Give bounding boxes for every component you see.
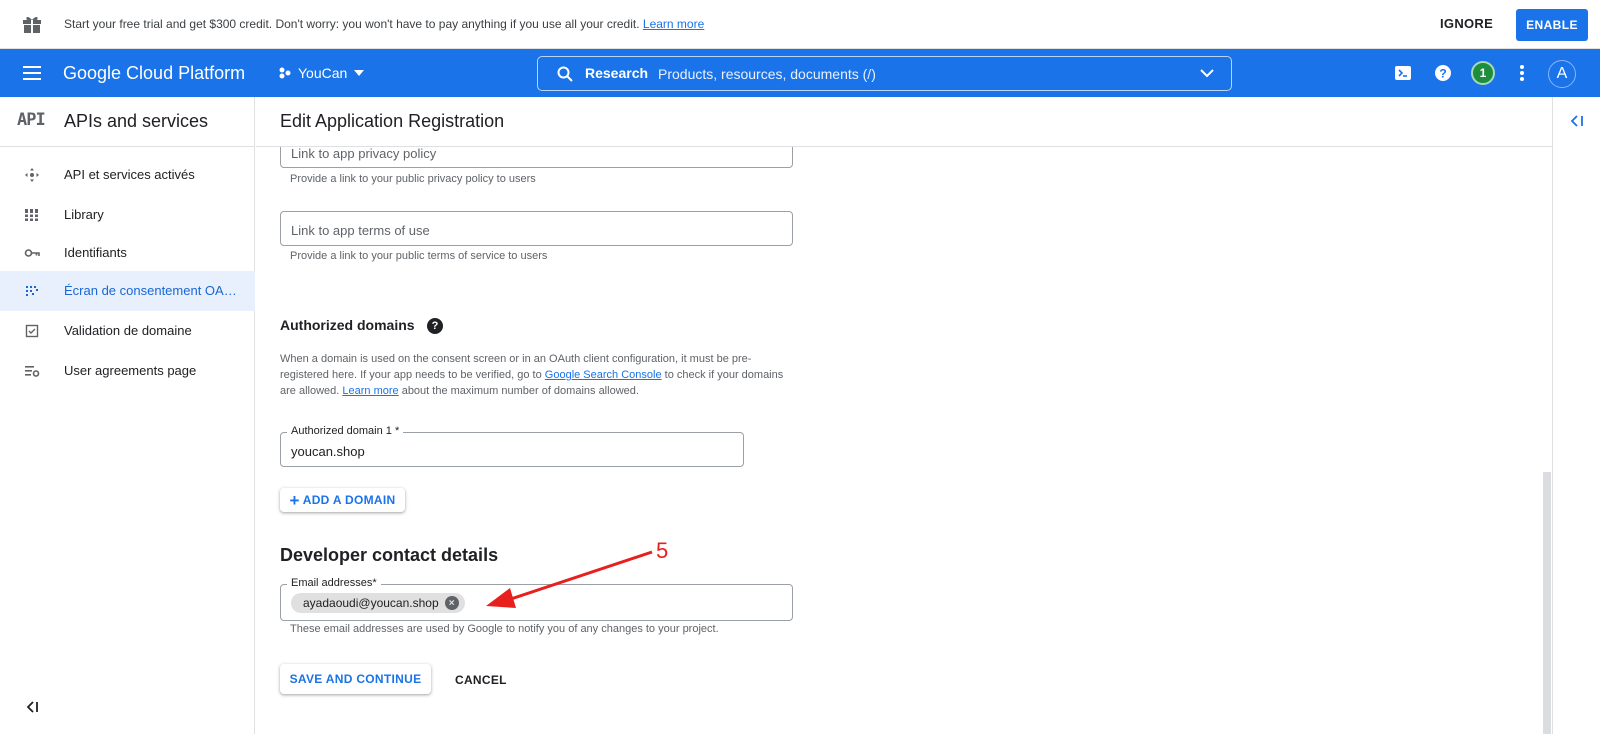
banner-text: Start your free trial and get $300 credi… bbox=[64, 17, 640, 31]
chevron-down-icon[interactable] bbox=[1199, 67, 1215, 79]
expand-panel-icon[interactable] bbox=[1569, 113, 1585, 129]
trial-banner: Start your free trial and get $300 credi… bbox=[0, 0, 1600, 49]
sidebar-item-credentials[interactable]: Identifiants bbox=[0, 233, 255, 273]
search-icon bbox=[557, 66, 573, 82]
search-label: Research bbox=[585, 65, 649, 81]
sidebar-item-label: API et services activés bbox=[64, 167, 195, 182]
help-icon[interactable]: ? bbox=[427, 318, 443, 334]
add-domain-button[interactable]: + ADD A DOMAIN bbox=[280, 488, 405, 512]
developer-contact-title: Developer contact details bbox=[280, 545, 499, 565]
checkbox-icon bbox=[25, 324, 39, 338]
email-hint: These email addresses are used by Google… bbox=[290, 623, 719, 635]
terms-of-use-hint: Provide a link to your public terms of s… bbox=[290, 250, 548, 262]
authorized-domain-input[interactable] bbox=[291, 441, 731, 461]
sidebar-item-enabled-apis[interactable]: API et services activés bbox=[0, 155, 255, 195]
annotation-arrow-icon bbox=[486, 550, 653, 608]
banner-learn-more-link[interactable]: Learn more bbox=[643, 17, 704, 31]
sidebar-item-user-agreements[interactable]: User agreements page bbox=[0, 351, 255, 391]
gift-icon bbox=[23, 16, 41, 33]
remove-chip-icon[interactable]: × bbox=[444, 596, 459, 610]
caret-down-icon bbox=[354, 70, 365, 76]
authorized-domain-label: Authorized domain 1 * bbox=[287, 425, 404, 437]
sidebar-item-label: Validation de domaine bbox=[64, 323, 192, 338]
cancel-button[interactable]: CANCEL bbox=[455, 673, 507, 687]
privacy-policy-hint: Provide a link to your public privacy po… bbox=[290, 173, 536, 185]
sidebar-title: APIs and services bbox=[64, 111, 209, 131]
save-and-continue-button[interactable]: SAVE AND CONTINUE bbox=[280, 664, 431, 694]
more-vert-icon[interactable] bbox=[1512, 63, 1532, 83]
email-addresses-label: Email addresses* bbox=[287, 577, 381, 589]
sidebar-item-domain-verification[interactable]: Validation de domaine bbox=[0, 311, 255, 351]
hamburger-menu-icon[interactable] bbox=[22, 64, 42, 82]
sidebar-item-label: Écran de consentement OAuth bbox=[64, 283, 239, 298]
search-console-link[interactable]: Google Search Console bbox=[545, 369, 662, 381]
sidebar-header: API APIs and services bbox=[0, 97, 255, 147]
product-brand[interactable]: Google Cloud Platform bbox=[63, 63, 245, 84]
authorized-domain-field[interactable]: Authorized domain 1 * bbox=[280, 425, 744, 467]
notifications-badge[interactable]: 1 bbox=[1471, 61, 1495, 85]
main-content: Provide a link to your public privacy po… bbox=[256, 147, 1540, 734]
collapse-sidebar-icon[interactable] bbox=[24, 699, 40, 715]
sidebar-item-label: Identifiants bbox=[64, 245, 127, 260]
right-rail bbox=[1552, 97, 1600, 734]
email-chip: ayadaoudi@youcan.shop × bbox=[291, 593, 465, 613]
learn-more-link[interactable]: Learn more bbox=[342, 385, 398, 397]
sidebar-item-library[interactable]: Library bbox=[0, 195, 255, 235]
search-input[interactable] bbox=[658, 61, 1158, 87]
project-selector[interactable]: YouCan bbox=[278, 62, 365, 84]
description-text: about the maximum number of domains allo… bbox=[398, 385, 639, 397]
sidebar: API APIs and services API et services ac… bbox=[0, 97, 255, 734]
sidebar-item-label: Library bbox=[64, 207, 104, 222]
sidebar-item-oauth-consent[interactable]: Écran de consentement OAuth bbox=[0, 271, 255, 311]
project-name: YouCan bbox=[298, 65, 348, 81]
enable-button[interactable]: ENABLE bbox=[1516, 9, 1588, 41]
sidebar-item-label: User agreements page bbox=[64, 363, 197, 378]
banner-message: Start your free trial and get $300 credi… bbox=[64, 17, 704, 31]
project-icon bbox=[279, 67, 291, 79]
scrollbar-thumb[interactable] bbox=[1543, 472, 1551, 734]
authorized-domains-description: When a domain is used on the consent scr… bbox=[280, 351, 800, 399]
page-header: Edit Application Registration bbox=[256, 97, 1552, 147]
key-icon bbox=[24, 249, 40, 257]
privacy-policy-field[interactable] bbox=[280, 147, 793, 168]
search-bar[interactable]: Research bbox=[537, 56, 1232, 91]
consent-screen-icon bbox=[26, 286, 38, 296]
cloud-shell-icon[interactable] bbox=[1393, 63, 1413, 83]
plus-icon: + bbox=[289, 490, 300, 510]
add-domain-label: ADD A DOMAIN bbox=[302, 493, 396, 507]
email-chip-label: ayadaoudi@youcan.shop bbox=[303, 596, 439, 610]
api-logo-icon: API bbox=[17, 110, 46, 130]
ignore-button[interactable]: IGNORE bbox=[1440, 16, 1493, 31]
svg-text:?: ? bbox=[1439, 67, 1446, 81]
enabled-apis-icon bbox=[25, 168, 39, 182]
top-app-bar: Google Cloud Platform YouCan Research ? … bbox=[0, 49, 1600, 97]
page-title: Edit Application Registration bbox=[280, 111, 505, 131]
help-icon[interactable]: ? bbox=[1433, 63, 1453, 83]
privacy-policy-input[interactable] bbox=[291, 147, 781, 163]
library-icon bbox=[24, 209, 40, 221]
account-avatar[interactable]: A bbox=[1548, 60, 1576, 88]
authorized-domains-title: Authorized domains bbox=[280, 317, 415, 333]
settings-list-icon bbox=[25, 366, 40, 377]
terms-of-use-input[interactable] bbox=[291, 220, 781, 240]
terms-of-use-field[interactable] bbox=[280, 211, 793, 246]
